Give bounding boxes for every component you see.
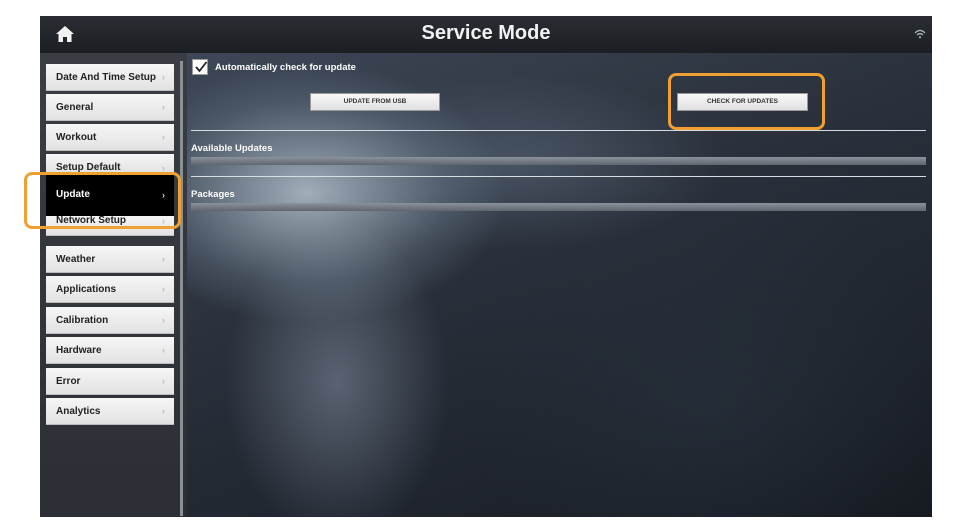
sidebar-item-label: Date And Time Setup (56, 72, 157, 83)
sidebar-item-weather[interactable]: Weather › (46, 246, 174, 273)
sidebar-item-label: Error (56, 376, 81, 387)
packages-label: Packages (191, 189, 235, 200)
check-updates-highlight-ring (668, 73, 825, 130)
update-highlight-ring (24, 172, 181, 229)
sidebar-item-setup-default[interactable]: Setup Default › (46, 154, 174, 174)
chevron-right-icon: › (162, 284, 165, 294)
available-updates-label: Available Updates (191, 143, 273, 154)
chevron-right-icon: › (162, 376, 165, 386)
sidebar-scrollbar[interactable] (180, 61, 183, 516)
sidebar-item-applications[interactable]: Applications › (46, 276, 174, 303)
chevron-right-icon: › (162, 254, 165, 264)
checkmark-icon (195, 61, 208, 73)
sidebar-item-hardware[interactable]: Hardware › (46, 337, 174, 364)
packages-list (191, 203, 926, 211)
sidebar-item-label: General (56, 102, 94, 113)
sidebar: Date And Time Setup › General › Workout … (40, 53, 187, 517)
sidebar-item-analytics[interactable]: Analytics › (46, 398, 174, 425)
chevron-right-icon: › (162, 102, 165, 112)
divider (191, 176, 926, 177)
sidebar-item-general[interactable]: General › (46, 94, 174, 121)
chevron-right-icon: › (162, 406, 165, 416)
chevron-right-icon: › (162, 345, 165, 355)
auto-check-label: Automatically check for update (215, 62, 356, 73)
sidebar-item-error[interactable]: Error › (46, 368, 174, 395)
sidebar-item-calibration[interactable]: Calibration › (46, 307, 174, 334)
page-title: Service Mode (421, 22, 551, 44)
sidebar-item-label: Calibration (56, 315, 109, 326)
sidebar-item-label: Workout (56, 132, 97, 143)
chevron-right-icon: › (162, 132, 165, 142)
chevron-right-icon: › (162, 315, 165, 325)
available-updates-list (191, 157, 926, 165)
auto-check-checkbox[interactable] (192, 59, 208, 75)
sidebar-item-label: Hardware (56, 345, 102, 356)
sidebar-item-date-and-time-setup[interactable]: Date And Time Setup › (46, 64, 174, 91)
sidebar-item-label: Weather (56, 254, 96, 265)
update-from-usb-button[interactable]: UPDATE FROM USB (310, 93, 440, 111)
sidebar-item-workout[interactable]: Workout › (46, 124, 174, 151)
sidebar-item-label: Applications (56, 284, 117, 295)
chevron-right-icon: › (162, 72, 165, 82)
top-bar: Service Mode (40, 16, 932, 54)
divider (191, 130, 926, 131)
wifi-icon (914, 29, 926, 39)
sidebar-item-label: Analytics (56, 406, 101, 417)
